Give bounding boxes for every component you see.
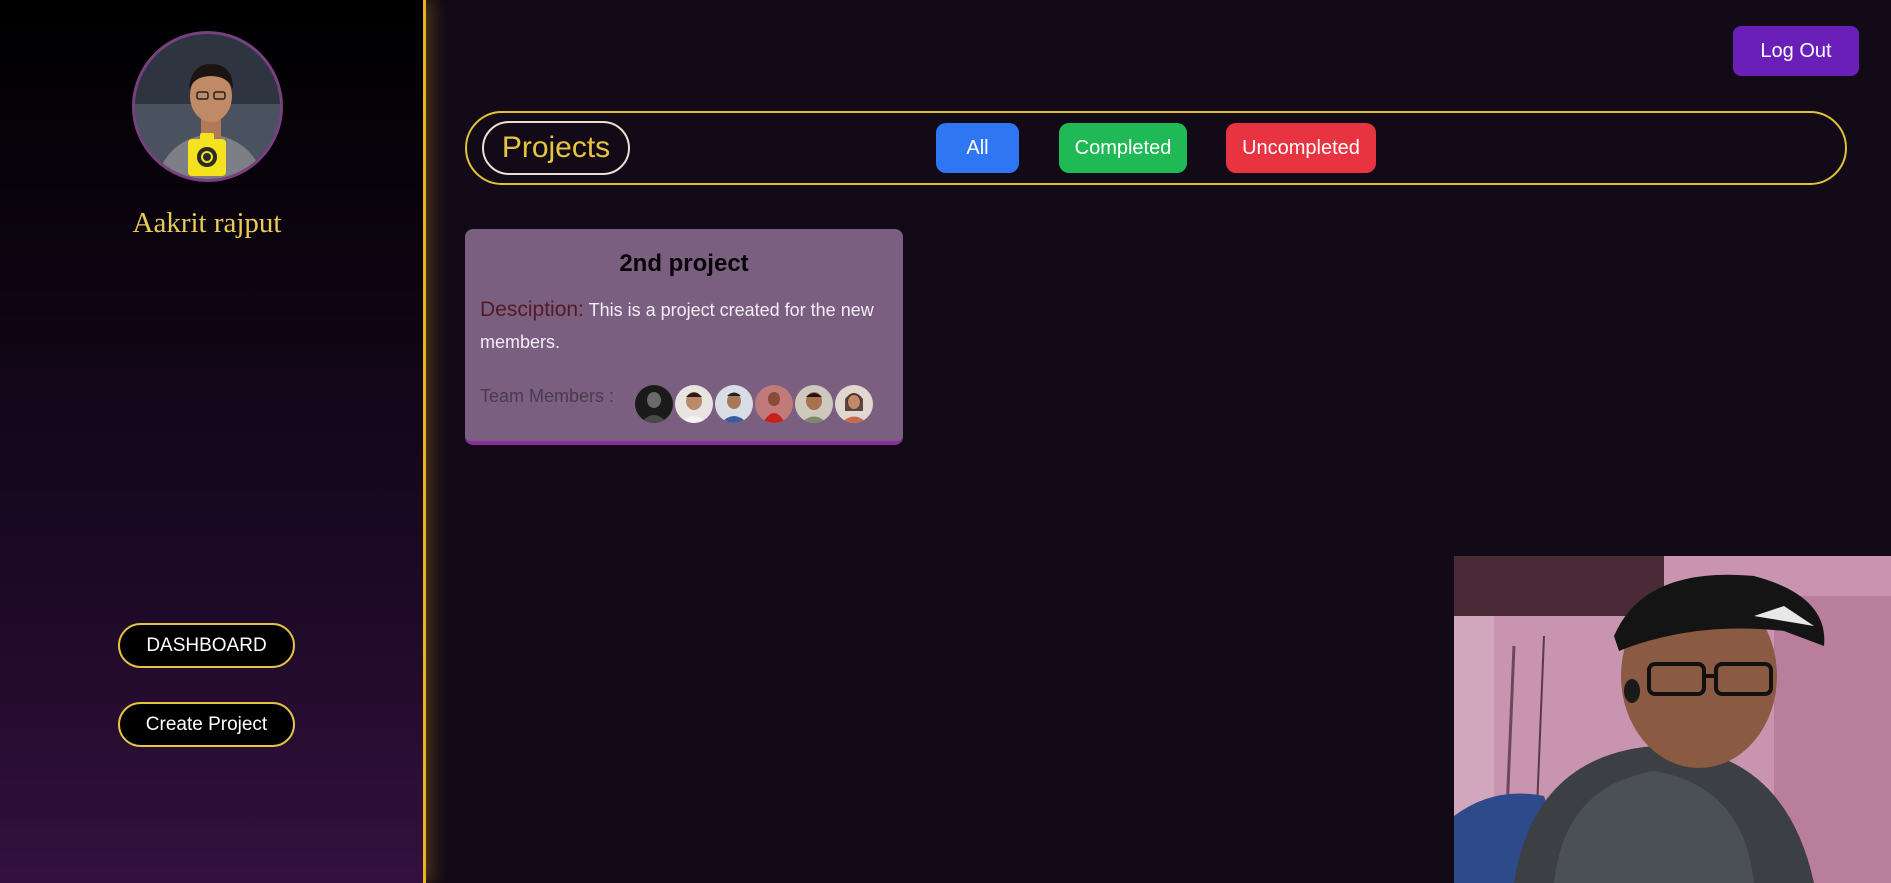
team-member-avatar[interactable] xyxy=(635,385,673,423)
create-project-button[interactable]: Create Project xyxy=(118,702,295,747)
description-label: Desciption: xyxy=(480,298,584,321)
project-card[interactable]: 2nd project Desciption: This is a projec… xyxy=(465,229,903,445)
camera-icon[interactable] xyxy=(188,133,226,176)
sidebar: Aakrit rajput DASHBOARD Create Project xyxy=(0,0,426,883)
filter-completed-button[interactable]: Completed xyxy=(1059,123,1187,173)
filter-all-button[interactable]: All xyxy=(936,123,1019,173)
team-member-avatar[interactable] xyxy=(795,385,833,423)
webcam-overlay xyxy=(1454,556,1891,883)
filter-uncompleted-button[interactable]: Uncompleted xyxy=(1226,123,1376,173)
logout-button[interactable]: Log Out xyxy=(1733,26,1859,76)
team-member-avatar[interactable] xyxy=(675,385,713,423)
dashboard-button[interactable]: DASHBOARD xyxy=(118,623,295,668)
user-name: Aakrit rajput xyxy=(132,207,282,239)
team-members-label: Team Members : xyxy=(480,386,615,406)
team-member-avatar[interactable] xyxy=(715,385,753,423)
projects-section-label: Projects xyxy=(482,121,630,175)
team-member-avatar[interactable] xyxy=(755,385,793,423)
project-description: Desciption: This is a project created fo… xyxy=(480,294,885,358)
team-member-avatar[interactable] xyxy=(835,385,873,423)
project-title: 2nd project xyxy=(619,250,749,277)
